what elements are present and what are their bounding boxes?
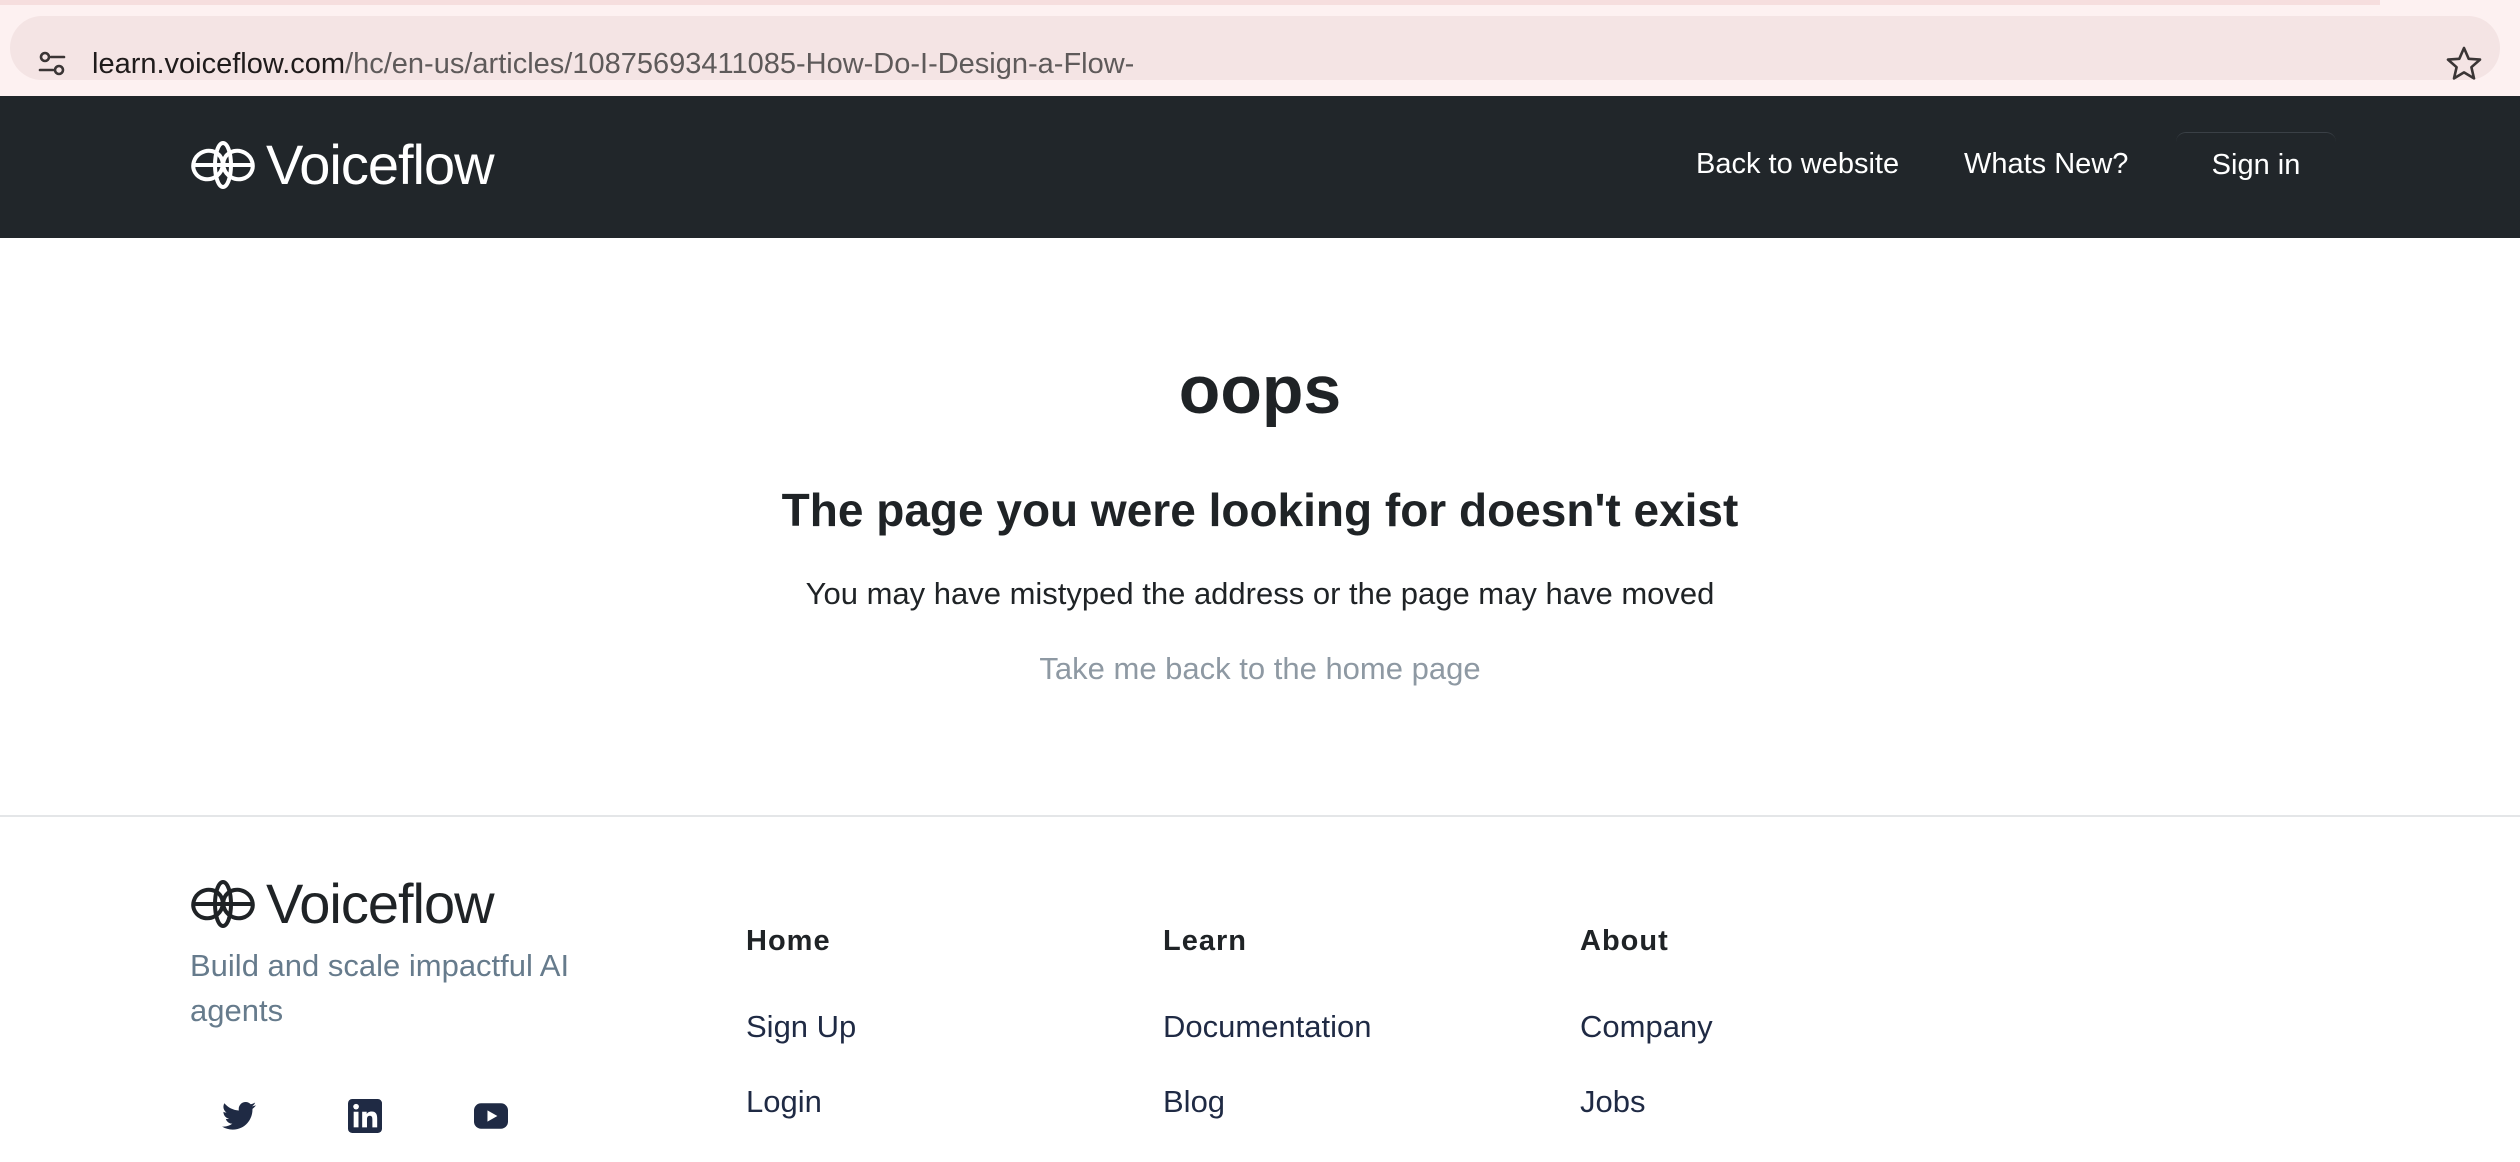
logo-wordmark: Voiceflow — [266, 133, 495, 196]
url-host: learn.voiceflow.com — [92, 48, 346, 80]
youtube-icon[interactable] — [472, 1097, 510, 1135]
footer-column-title: Learn — [1163, 925, 1247, 957]
sign-in-button[interactable]: Sign in — [2176, 132, 2336, 198]
tab-strip-edge — [0, 0, 2380, 5]
site-footer: Voiceflow Build and scale impactful AI a… — [0, 817, 2520, 1162]
footer-link-jobs[interactable]: Jobs — [1580, 1082, 1713, 1122]
footer-tagline: Build and scale impactful AI agents — [190, 948, 570, 1028]
browser-chrome: learn.voiceflow.com/hc/en-us/articles/10… — [0, 0, 2520, 96]
error-content: oops The page you were looking for doesn… — [0, 238, 2520, 816]
twitter-icon[interactable] — [220, 1097, 258, 1135]
url-text[interactable]: learn.voiceflow.com/hc/en-us/articles/10… — [92, 44, 1134, 84]
address-bar[interactable]: learn.voiceflow.com/hc/en-us/articles/10… — [10, 16, 2500, 80]
error-heading: The page you were looking for doesn't ex… — [781, 484, 1739, 536]
footer-column-title: Home — [746, 925, 831, 957]
footer-link-login[interactable]: Login — [746, 1082, 856, 1122]
error-title: oops — [1178, 352, 1342, 428]
footer-column-title: About — [1580, 925, 1669, 957]
footer-logo[interactable]: Voiceflow — [190, 872, 495, 935]
error-subtext: You may have mistyped the address or the… — [805, 576, 1715, 611]
footer-column-about: About Company Jobs — [1580, 923, 1713, 1122]
home-page-link[interactable]: Take me back to the home page — [1039, 651, 1480, 686]
footer-link-documentation[interactable]: Documentation — [1163, 1007, 1372, 1047]
footer-column-learn: Learn Documentation Blog — [1163, 923, 1372, 1122]
linkedin-icon[interactable] — [346, 1097, 384, 1135]
nav-back-to-website[interactable]: Back to website — [1696, 142, 1899, 186]
footer-column-home: Home Sign Up Login — [746, 923, 856, 1122]
star-icon[interactable] — [2444, 44, 2484, 84]
home-link-wrap: Take me back to the home page — [0, 648, 2520, 690]
header-logo[interactable]: Voiceflow — [190, 133, 495, 196]
social-links — [220, 1097, 510, 1135]
nav-whats-new[interactable]: Whats New? — [1964, 142, 2128, 186]
footer-logo-wordmark: Voiceflow — [266, 872, 495, 935]
site-header: Voiceflow Back to website Whats New? Sig… — [0, 96, 2520, 238]
footer-link-sign-up[interactable]: Sign Up — [746, 1007, 856, 1047]
tune-icon[interactable] — [36, 48, 68, 80]
url-path: /hc/en-us/articles/10875693411085-How-Do… — [345, 48, 1135, 80]
voiceflow-logo-icon — [191, 141, 255, 189]
footer-link-company[interactable]: Company — [1580, 1007, 1713, 1047]
footer-link-blog[interactable]: Blog — [1163, 1082, 1372, 1122]
voiceflow-logo-icon — [191, 880, 255, 928]
